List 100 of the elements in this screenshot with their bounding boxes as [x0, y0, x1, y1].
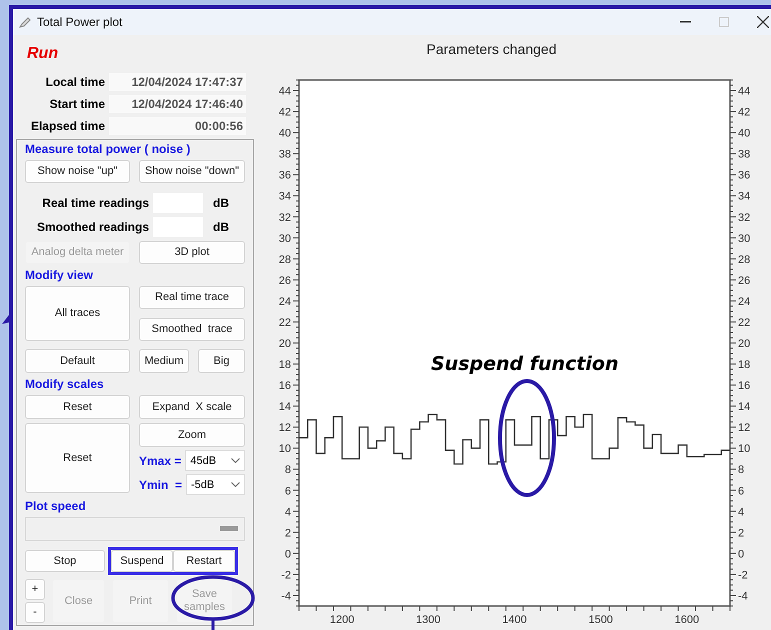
unit-label: dB: [212, 196, 229, 210]
tick-label: -2: [738, 569, 748, 582]
button[interactable]: +: [25, 579, 45, 600]
window-title: Total Power plot: [37, 15, 122, 29]
button[interactable]: All traces: [25, 286, 130, 341]
button[interactable]: Stop: [25, 550, 105, 572]
slider-thumb[interactable]: [220, 526, 238, 531]
tick-label: 28: [738, 254, 750, 266]
button[interactable]: Show noise "down": [139, 160, 245, 183]
tick-label: 28: [278, 254, 291, 266]
tick-label: 6: [284, 485, 291, 498]
tick-label: 4: [284, 506, 291, 518]
tick-label: 1600: [674, 614, 700, 623]
speed-slider[interactable]: [25, 517, 245, 541]
tick-label: 12: [738, 422, 750, 434]
tick-label: 30: [738, 232, 750, 245]
tick-label: 40: [278, 128, 291, 140]
button[interactable]: Real time trace: [139, 286, 245, 309]
chevron-icon: [231, 482, 240, 487]
tick-label: 20: [278, 338, 291, 350]
tick-label: 0: [738, 548, 744, 560]
section-heading: Modify view: [25, 268, 94, 282]
tick-label: 44: [278, 86, 291, 98]
tick-label: -2: [281, 569, 291, 582]
time-value: 00:00:56: [109, 117, 246, 135]
tick-label: 22: [738, 316, 750, 329]
tick-label: 42: [738, 106, 750, 119]
button[interactable]: Restart: [173, 550, 235, 572]
time-label: Start time: [50, 96, 105, 113]
tick-label: 18: [738, 359, 750, 372]
tick-label: 40: [738, 128, 750, 140]
tick-label: 10: [278, 443, 291, 456]
annotation-label: Suspend function: [431, 353, 619, 375]
button[interactable]: Reset: [25, 395, 130, 419]
time-label: Local time: [46, 74, 105, 91]
minimize-icon[interactable]: [680, 21, 691, 23]
tick-label: 32: [278, 212, 291, 224]
tick-label: 24: [278, 296, 291, 308]
button[interactable]: Smoothed trace: [139, 318, 245, 340]
section-heading: Plot speed: [25, 499, 86, 513]
tick-label: 26: [278, 274, 291, 287]
section-heading: Modify scales: [25, 377, 104, 391]
time-label: Elapsed time: [30, 118, 105, 135]
tick-label: 1200: [330, 614, 354, 623]
tick-label: 1500: [588, 614, 613, 623]
button[interactable]: Default: [25, 349, 130, 373]
time-value: 12/04/2024 17:47:37: [109, 73, 246, 91]
button[interactable]: Reset: [25, 423, 130, 493]
button[interactable]: Zoom: [139, 423, 245, 447]
tick-label: 1300: [416, 614, 441, 623]
tick-label: 34: [278, 190, 291, 203]
tick-label: 36: [738, 170, 750, 182]
tick-label: 16: [278, 380, 291, 392]
maximize-icon[interactable]: [719, 17, 729, 27]
button[interactable]: -: [25, 602, 45, 623]
chart-title: Parameters changed: [426, 41, 556, 57]
close-icon[interactable]: [757, 16, 769, 28]
tick-label: 12: [278, 422, 291, 434]
time-value: 12/04/2024 17:46:40: [109, 95, 246, 113]
dropdown[interactable]: 45dB: [185, 450, 245, 471]
button[interactable]: Suspend: [111, 550, 173, 572]
tick-label: 10: [738, 443, 750, 456]
select-label: Ymin =: [139, 478, 182, 492]
button[interactable]: Show noise "up": [25, 160, 130, 183]
tick-label: 26: [738, 274, 750, 287]
dropdown[interactable]: -5dB: [186, 474, 245, 495]
tick-label: 8: [284, 464, 291, 476]
tick-label: 22: [278, 316, 291, 329]
reading-label: Real time readings: [41, 196, 149, 210]
chevron-icon: [231, 458, 240, 463]
tick-label: -4: [281, 590, 291, 602]
tick-label: 38: [278, 148, 291, 161]
tick-label: 42: [278, 106, 291, 119]
run-status: Run: [27, 45, 58, 63]
tick-label: 38: [738, 148, 750, 161]
tick-label: -4: [738, 590, 748, 602]
tick-label: 16: [738, 380, 750, 392]
tick-label: 2: [738, 527, 744, 540]
unit-label: dB: [212, 220, 229, 234]
tick-label: 30: [278, 232, 291, 245]
button[interactable]: Expand X scale: [139, 395, 245, 419]
tick-label: 36: [278, 170, 291, 182]
button[interactable]: Big: [198, 349, 245, 373]
tick-label: 14: [278, 401, 291, 414]
tick-label: 20: [738, 338, 750, 350]
section-heading: Measure total power ( noise ): [25, 142, 190, 156]
reading-label: Smoothed readings: [36, 220, 149, 234]
tick-label: 34: [738, 190, 750, 203]
tick-label: 24: [738, 296, 750, 308]
tick-label: 6: [738, 485, 744, 498]
button[interactable]: 3D plot: [139, 241, 245, 264]
tick-label: 44: [738, 86, 750, 98]
tick-label: 18: [278, 359, 291, 372]
tick-label: 8: [738, 464, 744, 476]
tick-label: 0: [284, 548, 291, 560]
select-label: Ymax =: [139, 454, 182, 468]
button[interactable]: Medium: [139, 349, 189, 373]
tick-label: 32: [738, 212, 750, 224]
tick-label: 2: [284, 527, 291, 540]
tick-label: 14: [738, 401, 750, 414]
